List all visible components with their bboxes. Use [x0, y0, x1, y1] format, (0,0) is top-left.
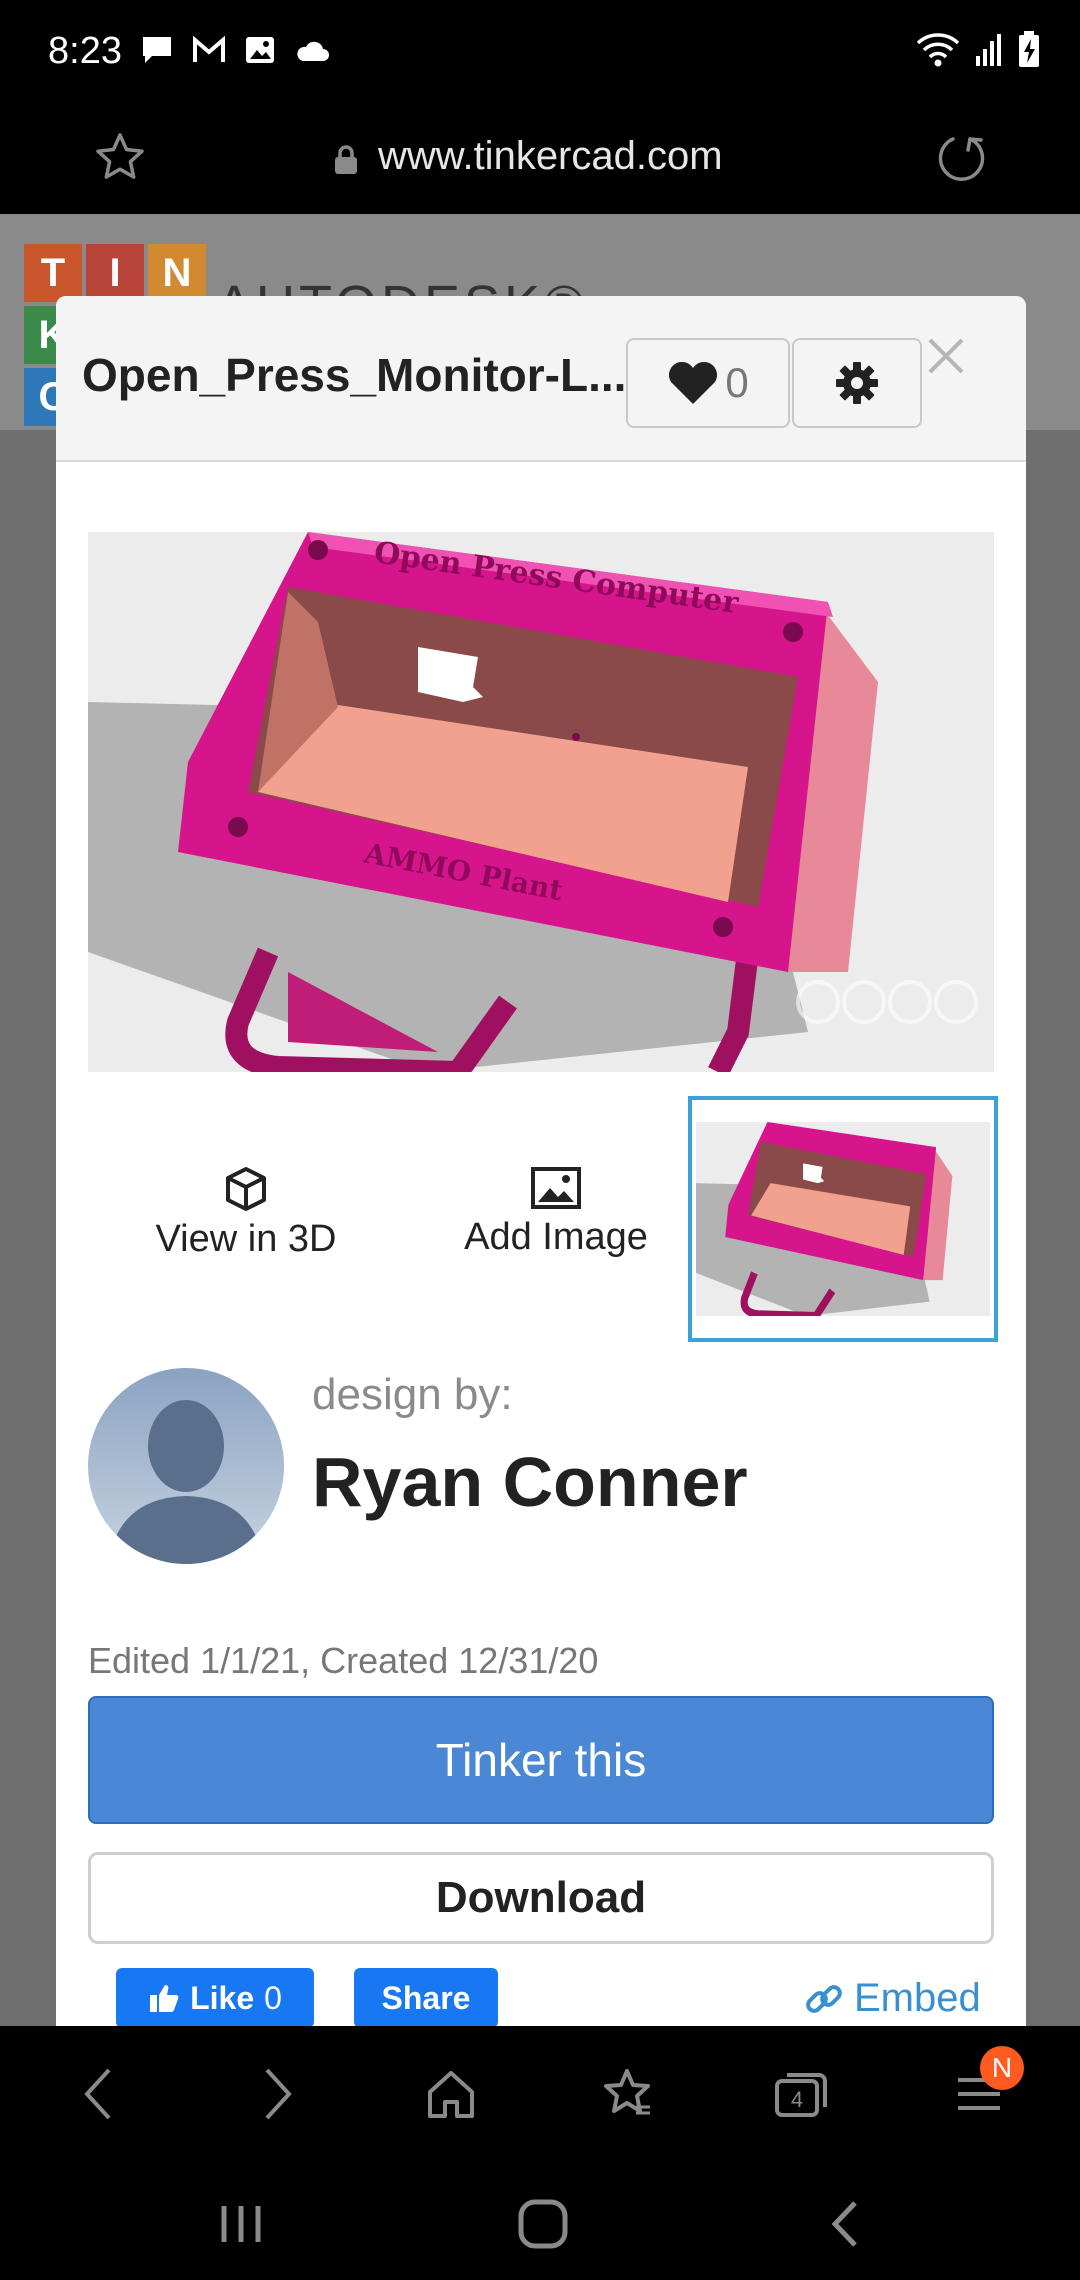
forward-icon[interactable]: [242, 2064, 312, 2124]
facebook-like-count: 0: [264, 1979, 282, 2016]
wifi-icon: [916, 33, 960, 67]
bookmark-star-icon[interactable]: [92, 130, 148, 191]
system-status-icons: [916, 30, 1040, 68]
person-silhouette-icon: [108, 1400, 264, 1564]
tabs-count: 4: [791, 2087, 803, 2112]
image-icon: [531, 1167, 581, 1209]
image-thumbnail-selected[interactable]: [688, 1096, 998, 1342]
add-image-label: Add Image: [464, 1216, 648, 1258]
designer-name[interactable]: Ryan Conner: [312, 1442, 748, 1522]
close-icon: [928, 338, 964, 374]
download-button[interactable]: Download: [88, 1852, 994, 1944]
thumbnail-image: [696, 1122, 990, 1316]
view-in-3d-button[interactable]: View in 3D: [126, 1166, 366, 1276]
bookmarks-icon[interactable]: [592, 2064, 662, 2124]
design-by-label: design by:: [312, 1370, 513, 1419]
thumbnail-render: [696, 1122, 990, 1316]
thumbs-up-icon: [150, 1985, 179, 2012]
facebook-like-label: Like: [190, 1979, 255, 2016]
status-time: 8:23: [48, 30, 122, 72]
facebook-like-button[interactable]: Like 0: [116, 1968, 314, 2026]
message-icon: [143, 37, 171, 63]
edit-dates: Edited 1/1/21, Created 12/31/20: [88, 1640, 599, 1681]
embed-link[interactable]: Embed: [804, 1976, 981, 2021]
view-in-3d-label: View in 3D: [155, 1218, 337, 1260]
like-count: 0: [725, 359, 749, 406]
notification-icons: [140, 34, 330, 66]
design-title: Open_Press_Monitor-L...: [82, 349, 627, 401]
gallery-icon: [246, 37, 274, 63]
system-back-icon[interactable]: [810, 2194, 880, 2254]
tinker-this-button[interactable]: Tinker this: [88, 1696, 994, 1824]
settings-button[interactable]: [792, 338, 922, 428]
home-button-icon[interactable]: [508, 2194, 578, 2254]
like-button[interactable]: 0: [626, 338, 790, 428]
modal-header: Open_Press_Monitor-L... 0: [56, 296, 1026, 462]
gear-icon: [836, 362, 878, 404]
logo-letter: T: [24, 244, 82, 302]
status-bar: 8:23: [0, 0, 1080, 106]
url-text[interactable]: www.tinkercad.com: [378, 134, 723, 179]
model-render: Open Press Computer AMMO Plant: [88, 532, 994, 1072]
back-icon[interactable]: [64, 2064, 134, 2124]
tabs-icon[interactable]: 4: [766, 2064, 836, 2124]
logo-letter: N: [148, 244, 206, 302]
link-icon: [806, 1984, 842, 2013]
system-nav-bar: [0, 2160, 1080, 2280]
design-modal: Open_Press_Monitor-L... 0 Open Press Com…: [56, 296, 1026, 2026]
browser-bottom-nav: 4 N: [0, 2026, 1080, 2160]
facebook-share-button[interactable]: Share: [354, 1968, 498, 2026]
home-icon[interactable]: [416, 2064, 486, 2124]
notification-badge: N: [980, 2046, 1024, 2090]
add-image-button[interactable]: Add Image: [426, 1166, 686, 1276]
battery-charging-icon: [1019, 31, 1039, 67]
embed-label: Embed: [854, 1976, 981, 2020]
signal-icon: [976, 34, 1001, 66]
heart-icon: [669, 361, 718, 404]
close-button[interactable]: [916, 326, 976, 386]
design-preview-image[interactable]: Open Press Computer AMMO Plant: [88, 532, 994, 1072]
lock-icon: [332, 144, 360, 181]
browser-url-bar[interactable]: www.tinkercad.com: [0, 106, 1080, 214]
gmail-icon: [193, 36, 225, 62]
designer-avatar[interactable]: [88, 1368, 284, 1564]
cube-icon: [226, 1167, 266, 1211]
logo-letter: I: [86, 244, 144, 302]
reload-icon[interactable]: [934, 130, 990, 191]
recent-apps-icon[interactable]: [206, 2194, 276, 2254]
cloud-icon: [297, 41, 329, 61]
